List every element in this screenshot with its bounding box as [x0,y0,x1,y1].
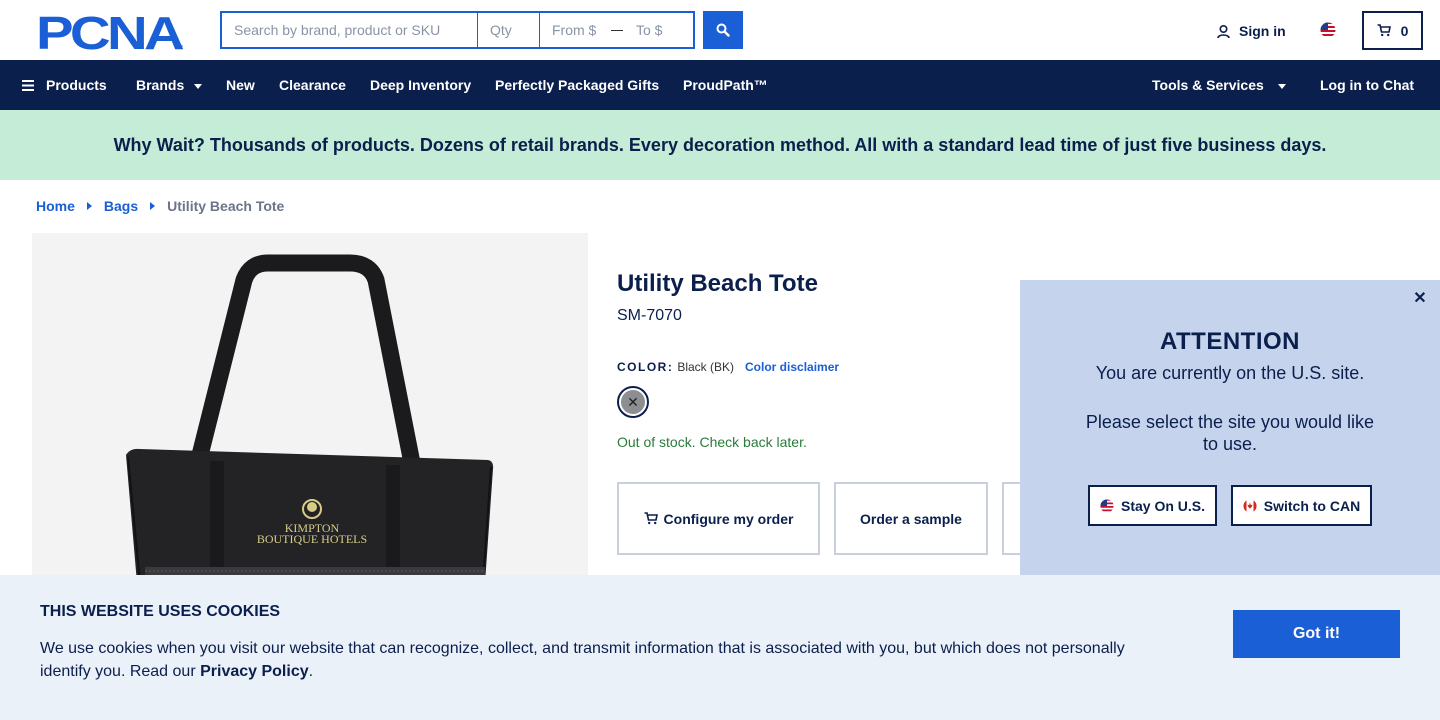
product-sku: SM-7070 [617,307,682,324]
cart-icon [1377,24,1391,37]
color-label: COLOR: [617,360,674,374]
cookie-title: THIS WEBSITE USES COOKIES [40,603,281,620]
switch-can-button[interactable]: Switch to CAN [1231,485,1372,526]
cookie-banner: THIS WEBSITE USES COOKIES We use cookies… [0,575,1440,720]
us-flag-icon [1100,498,1114,513]
nav-proudpath[interactable]: ProudPath™ [683,60,768,110]
price-to-input[interactable] [624,13,692,47]
cart-count: 0 [1400,22,1409,39]
promo-banner: Why Wait? Thousands of products. Dozens … [0,110,1440,180]
nav-products-label: Products [46,77,107,93]
product-title: Utility Beach Tote [617,270,818,297]
search-button[interactable] [703,11,743,49]
canada-flag-icon [1243,498,1257,513]
color-value: Black (BK) [677,360,735,374]
cart-button[interactable]: 0 [1362,11,1423,50]
nav-deep-inventory[interactable]: Deep Inventory [370,60,471,110]
color-disclaimer-link[interactable]: Color disclaimer [745,360,839,374]
nav-brands[interactable]: Brands [136,60,203,110]
chevron-right-icon [150,202,156,210]
color-row: COLOR: Black (BK) Color disclaimer [617,360,839,374]
svg-text:™: ™ [177,44,183,51]
price-range-dash [610,13,624,47]
cookie-end: . [308,663,314,680]
close-icon: ✕ [621,390,645,414]
log-in-to-chat[interactable]: Log in to Chat [1320,60,1414,110]
nav-gifts[interactable]: Perfectly Packaged Gifts [495,60,659,110]
stock-status: Out of stock. Check back later. [617,434,807,450]
configure-order-label: Configure my order [663,510,794,527]
product-image[interactable]: KIMPTON BOUTIQUE HOTELS [32,233,588,583]
pcna-logo[interactable]: PCNA ™ [36,7,186,59]
breadcrumb-home[interactable]: Home [36,198,75,214]
color-swatch-black[interactable]: ✕ [617,386,649,418]
cart-icon [644,512,658,525]
breadcrumb-current: Utility Beach Tote [167,198,285,214]
nav-new[interactable]: New [226,60,255,110]
qty-input[interactable] [478,13,540,47]
imprint-line-2: BOUTIQUE HOTELS [257,532,367,546]
stay-us-label: Stay On U.S. [1120,497,1206,514]
search-icon [716,23,730,37]
site-select-modal: ✕ ATTENTION You are currently on the U.S… [1020,280,1440,580]
price-from-input[interactable] [540,13,610,47]
site-header: PCNA ™ Sign in [0,0,1440,60]
configure-order-button[interactable]: Configure my order [617,482,820,555]
breadcrumb: Home Bags Utility Beach Tote [36,198,284,214]
breadcrumb-bags[interactable]: Bags [104,198,138,214]
main-nav: Products Brands New Clearance Deep Inven… [0,60,1440,110]
sign-in-link[interactable]: Sign in [1216,22,1286,40]
promo-banner-text: Why Wait? Thousands of products. Dozens … [113,134,1327,155]
chevron-right-icon [86,202,92,210]
order-sample-button[interactable]: Order a sample [834,482,988,555]
got-it-button[interactable]: Got it! [1233,610,1400,658]
attention-line-2: Please select the site you would like to… [1085,412,1375,454]
attention-line-1: You are currently on the U.S. site. [1095,363,1365,383]
nav-clearance[interactable]: Clearance [279,60,346,110]
nav-tools-label: Tools & Services [1152,77,1264,93]
close-icon[interactable]: ✕ [1410,288,1430,308]
stay-us-button[interactable]: Stay On U.S. [1088,485,1217,526]
order-sample-label: Order a sample [860,510,962,527]
switch-can-label: Switch to CAN [1263,497,1361,514]
logo-text: PCNA [36,11,183,51]
nav-brands-label: Brands [136,77,185,93]
nav-tools-services[interactable]: Tools & Services [1152,60,1286,110]
hamburger-icon [22,79,34,91]
us-flag-icon[interactable] [1320,22,1336,38]
chevron-down-icon [1277,83,1286,89]
nav-products[interactable]: Products [22,60,107,110]
sign-in-label: Sign in [1239,23,1286,39]
privacy-policy-link[interactable]: Privacy Policy [200,663,309,680]
attention-title: ATTENTION [1159,328,1301,355]
search-input[interactable] [222,13,478,47]
cookie-text: We use cookies when you visit our websit… [40,637,1150,683]
user-icon [1217,24,1230,38]
chevron-down-icon [194,83,203,89]
search-bar [220,11,695,49]
